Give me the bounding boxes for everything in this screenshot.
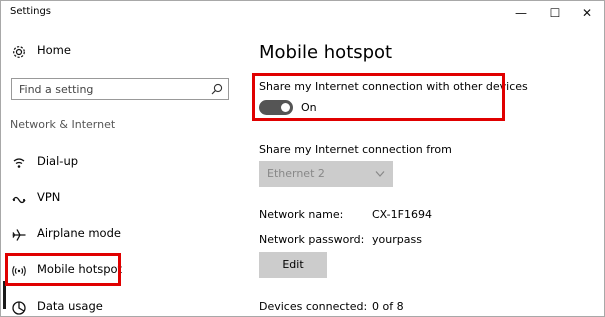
highlight-box-share <box>252 73 505 121</box>
share-from-value: Ethernet 2 <box>267 167 325 180</box>
dialup-icon <box>13 158 25 168</box>
network-password-label: Network password: <box>259 233 365 246</box>
sidebar-item-home[interactable]: Home <box>1 36 231 66</box>
sidebar-item-label: Airplane mode <box>37 226 121 240</box>
search-icon <box>211 83 223 95</box>
network-name-value: CX-1F1694 <box>372 208 432 221</box>
gear-icon <box>13 46 25 58</box>
network-password-value: yourpass <box>372 233 422 246</box>
window-title: Settings <box>10 6 52 17</box>
airplane-icon <box>12 229 26 241</box>
share-from-label: Share my Internet connection from <box>259 143 452 156</box>
vpn-icon <box>12 196 26 204</box>
devices-connected-value: 0 of 8 <box>372 300 404 313</box>
data-usage-icon <box>12 301 26 315</box>
maximize-icon: ☐ <box>549 6 561 20</box>
sidebar-item-label: VPN <box>37 190 61 204</box>
chevron-down-icon <box>375 171 385 177</box>
maximize-button[interactable]: ☐ <box>538 1 572 25</box>
sidebar-item-dialup[interactable]: Dial-up <box>1 147 231 177</box>
settings-window: Settings — ☐ ✕ Home Find a setting Netwo… <box>0 0 605 317</box>
sidebar-item-label: Dial-up <box>37 154 79 168</box>
page-title: Mobile hotspot <box>259 42 393 63</box>
sidebar-item-vpn[interactable]: VPN <box>1 183 231 213</box>
share-from-dropdown[interactable]: Ethernet 2 <box>259 161 393 187</box>
sidebar-item-label: Home <box>37 43 71 57</box>
network-name-label: Network name: <box>259 208 344 221</box>
search-input[interactable]: Find a setting <box>11 78 229 100</box>
sidebar-item-airplane-mode[interactable]: Airplane mode <box>1 219 231 249</box>
minimize-icon: — <box>515 6 527 20</box>
section-title: Network & Internet <box>10 118 116 131</box>
close-button[interactable]: ✕ <box>570 1 604 25</box>
main-panel: Mobile hotspot Share my Internet connect… <box>259 25 599 316</box>
sidebar-item-label: Data usage <box>37 299 103 313</box>
devices-connected-label: Devices connected: <box>259 300 368 313</box>
highlight-box-hotspot <box>5 253 121 286</box>
minimize-button[interactable]: — <box>504 1 538 25</box>
sidebar-item-data-usage[interactable]: Data usage <box>1 292 231 316</box>
title-bar: Settings — ☐ ✕ <box>1 1 604 25</box>
edit-button[interactable]: Edit <box>259 252 327 278</box>
edit-button-label: Edit <box>282 258 304 271</box>
close-icon: ✕ <box>581 6 593 20</box>
search-placeholder: Find a setting <box>19 83 94 96</box>
